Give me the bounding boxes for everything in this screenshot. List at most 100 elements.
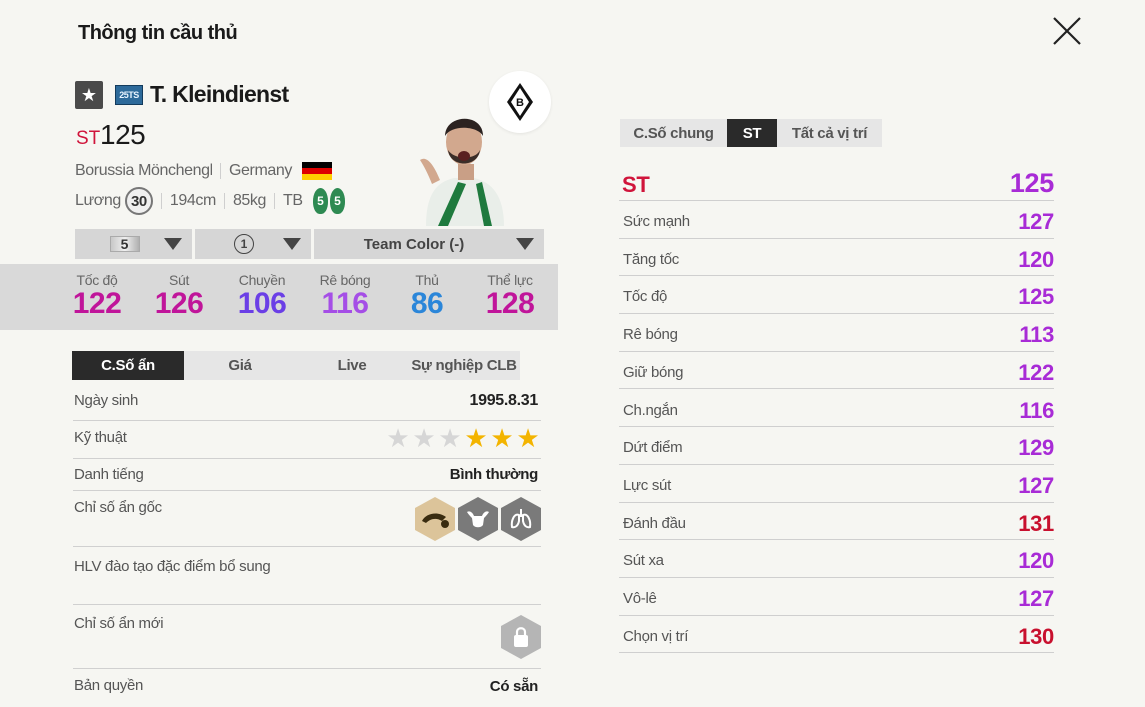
- star-icon: ★: [490, 423, 514, 453]
- tab-price[interactable]: Giá: [184, 351, 296, 380]
- position-stat-value: 130: [1018, 623, 1054, 649]
- position-stat-value: 127: [1018, 586, 1054, 611]
- close-icon[interactable]: [1050, 14, 1084, 48]
- main-stat-value: 86: [410, 287, 444, 320]
- tab-general[interactable]: C.Số chung: [620, 119, 727, 147]
- main-stat-value: 126: [154, 287, 204, 320]
- trait-icon[interactable]: [501, 497, 541, 541]
- position-stat-row: Rê bóng 113: [619, 314, 1054, 352]
- main-stat-value: 122: [72, 287, 122, 320]
- traits-row: Chỉ số ẩn gốc: [73, 491, 541, 547]
- team-color-value: Team Color (-): [363, 235, 465, 253]
- position-stat-value: 122: [1018, 359, 1054, 385]
- tab-club-career[interactable]: Sự nghiệp CLB: [408, 351, 520, 380]
- position-stat-label: Tăng tốc: [623, 250, 679, 268]
- position-stat-label: Tốc độ: [623, 288, 668, 306]
- position-stat-label: Dứt điểm: [623, 439, 683, 457]
- main-stat-value: 116: [321, 287, 369, 320]
- grade-dropdown[interactable]: 5: [75, 229, 192, 259]
- pay-label: Lương: [75, 192, 121, 209]
- position-stat-row: Tốc độ 125: [619, 276, 1054, 315]
- fame-value: Bình thường: [449, 466, 539, 483]
- lock-icon: [501, 615, 541, 659]
- position-stat-label: Lực sút: [623, 476, 671, 494]
- fame-label: Danh tiếng: [74, 466, 144, 483]
- new-traits-row: Chỉ số ẩn mới: [73, 605, 541, 669]
- birth-value: 1995.8.31: [469, 392, 539, 409]
- position-stat-row: Ch.ngắn 116: [619, 390, 1054, 428]
- position-stat-value: 125: [1018, 284, 1054, 310]
- position-stat-label: Giữ bóng: [623, 363, 684, 381]
- club-logo: B: [489, 71, 551, 133]
- license-value: Có sẵn: [489, 678, 539, 695]
- detail-tabs: C.Số ẩn Giá Live Sự nghiệp CLB: [72, 351, 520, 380]
- position-stat-value: 127: [1018, 472, 1054, 498]
- trait-icon[interactable]: [458, 497, 498, 541]
- position-stat-value: 120: [1018, 548, 1054, 574]
- new-traits-label: Chỉ số ẩn mới: [74, 615, 164, 632]
- position-stat-value: 127: [1018, 209, 1054, 234]
- main-stat-label: Thủ: [415, 272, 439, 288]
- weight: 85kg: [232, 192, 267, 209]
- tab-st[interactable]: ST: [727, 119, 777, 147]
- position-stat-value: 116: [1019, 397, 1054, 423]
- position-stat-value: 120: [1018, 246, 1054, 272]
- position-ovr-value: 125: [1009, 168, 1054, 198]
- tab-hidden-stats[interactable]: C.Số ẩn: [72, 351, 184, 380]
- nation-name: Germany: [229, 162, 292, 179]
- position-stat-label: Ch.ngắn: [623, 401, 678, 419]
- upgrade-dropdown[interactable]: 1: [195, 229, 311, 259]
- tab-live[interactable]: Live: [296, 351, 408, 380]
- germany-flag-icon: [302, 162, 332, 180]
- season-badge: 25TS: [115, 85, 143, 105]
- coach-row: HLV đào tạo đặc điểm bổ sung: [73, 547, 541, 605]
- skill-row: Kỹ thuật ★ ★ ★ ★ ★ ★: [73, 421, 541, 459]
- star-icon: ★: [516, 423, 540, 453]
- foot-rating: 5 5: [312, 188, 347, 214]
- position-stat-label: Vô-lê: [623, 590, 657, 607]
- position-stat-value: 113: [1019, 322, 1054, 348]
- body-type: TB: [283, 192, 303, 209]
- physical-row: Lương 30 194cm 85kg TB 5 5: [75, 187, 347, 215]
- position-stat-value: 129: [1018, 435, 1054, 461]
- main-stat-value: 106: [237, 287, 287, 320]
- position-stat-label: Sức mạnh: [623, 213, 690, 230]
- chevron-down-icon: [164, 238, 182, 250]
- player-position: ST: [76, 128, 101, 149]
- skill-stars: ★ ★ ★ ★ ★ ★: [385, 425, 541, 451]
- position-stat-row: Chọn vị trí 130: [619, 616, 1054, 654]
- position-stat-label: Sút xa: [623, 552, 664, 570]
- fame-row: Danh tiếng Bình thường: [73, 459, 541, 491]
- height: 194cm: [169, 192, 216, 209]
- main-stat: Tốc độ 122: [57, 272, 137, 320]
- chevron-down-icon: [283, 238, 301, 250]
- star-icon[interactable]: ★: [75, 81, 103, 109]
- star-icon: ★: [464, 423, 488, 453]
- main-stat-value: 128: [485, 287, 535, 320]
- position-stat-row: Lực sút 127: [619, 465, 1054, 503]
- main-stat-label: Rê bóng: [319, 272, 371, 288]
- position-ovr-label: ST: [622, 172, 650, 197]
- team-color-dropdown[interactable]: Team Color (-): [314, 229, 544, 259]
- main-stat-label: Tốc độ: [76, 272, 118, 288]
- player-name: T. Kleindienst: [150, 81, 289, 107]
- main-stat-label: Chuyền: [238, 272, 286, 288]
- club-nation-row: Borussia Mönchengladbach Germany: [75, 162, 332, 180]
- birth-label: Ngày sinh: [74, 392, 139, 409]
- grade-value: 5: [109, 236, 140, 252]
- pay-badge: 30: [124, 187, 153, 215]
- trait-icon[interactable]: [415, 497, 455, 541]
- main-stats-band: Tốc độ 122 Sút 126 Chuyền 106 Rê bóng 11…: [0, 264, 558, 330]
- main-stat: Thể lực 128: [470, 272, 550, 320]
- chevron-down-icon: [516, 238, 534, 250]
- star-icon: ★: [438, 423, 462, 453]
- position-ovr-row: ST 125: [619, 166, 1054, 201]
- license-label: Bản quyền: [74, 677, 144, 694]
- position-stat-row: Sức mạnh 127: [619, 201, 1054, 239]
- main-stat: Thủ 86: [387, 272, 467, 320]
- coach-label: HLV đào tạo đặc điểm bổ sung: [74, 558, 271, 575]
- position-stat-row: Tăng tốc 120: [619, 239, 1054, 277]
- position-stat-row: Sút xa 120: [619, 540, 1054, 578]
- tab-all-positions[interactable]: Tất cả vị trí: [777, 119, 882, 147]
- star-icon: ★: [412, 423, 436, 453]
